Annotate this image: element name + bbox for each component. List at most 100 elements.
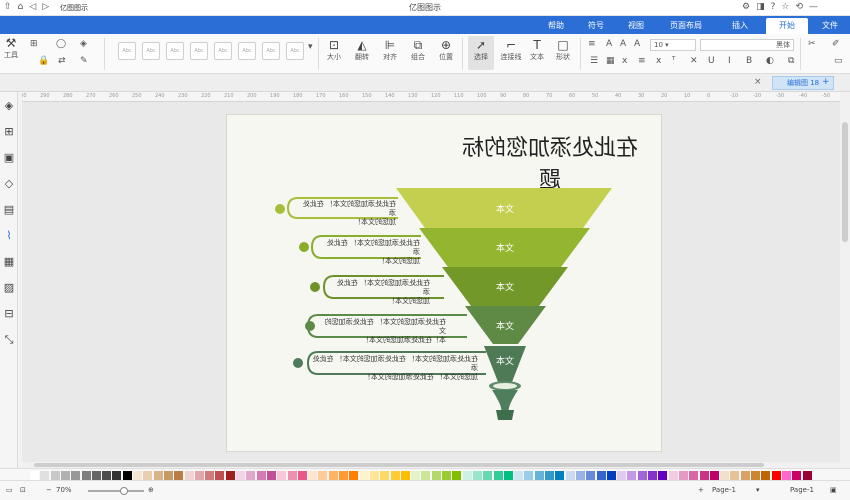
color-swatch[interactable] bbox=[771, 471, 781, 480]
star-icon[interactable]: ☆ bbox=[781, 2, 789, 12]
cut-icon[interactable]: ✂ bbox=[808, 39, 816, 49]
stage-label-1[interactable]: 文本 bbox=[460, 202, 550, 215]
color-swatch[interactable] bbox=[781, 471, 791, 480]
color-swatch[interactable] bbox=[421, 471, 431, 480]
color-swatch[interactable] bbox=[153, 471, 163, 480]
font-larger-icon[interactable]: A bbox=[634, 39, 640, 49]
color-swatch[interactable] bbox=[205, 471, 215, 480]
shape-style-icon[interactable]: ◯ bbox=[56, 39, 66, 49]
color-swatch[interactable] bbox=[71, 471, 81, 480]
color-swatch[interactable] bbox=[236, 471, 245, 480]
color-swatch[interactable] bbox=[575, 471, 585, 480]
rotate-button[interactable]: ◭ 翻转 bbox=[350, 38, 374, 62]
color-swatch[interactable] bbox=[81, 471, 91, 480]
color-swatch[interactable] bbox=[40, 471, 50, 480]
color-swatch[interactable] bbox=[133, 471, 142, 480]
minimize-icon[interactable]: — bbox=[809, 2, 818, 12]
styles-more-icon[interactable]: ▾ bbox=[308, 42, 313, 52]
horizontal-scroll-thumb[interactable] bbox=[34, 463, 764, 467]
undo-icon[interactable]: ⟲ bbox=[795, 2, 803, 12]
description-4[interactable]: 在此处添加您的文本！ 在此处添加您的文 本！在此处添加您的文本！ bbox=[318, 318, 446, 345]
color-swatch[interactable] bbox=[194, 471, 204, 480]
grid-icon[interactable]: ⊞ bbox=[3, 126, 15, 138]
color-swatch[interactable] bbox=[30, 471, 39, 480]
tab-view[interactable]: 视图 bbox=[618, 18, 654, 34]
strike-icon[interactable]: ᵀ bbox=[672, 56, 675, 66]
color-swatch[interactable] bbox=[514, 471, 524, 480]
color-swatch[interactable] bbox=[369, 471, 379, 480]
color-swatch[interactable] bbox=[102, 471, 112, 480]
color-swatch[interactable] bbox=[390, 471, 400, 480]
color-swatch[interactable] bbox=[359, 471, 369, 480]
color-swatch[interactable] bbox=[792, 471, 802, 480]
color-swatch[interactable] bbox=[452, 471, 462, 480]
color-swatch[interactable] bbox=[648, 471, 657, 480]
settings-icon[interactable]: ⚙ bbox=[742, 2, 750, 12]
list-icon[interactable]: ☰ bbox=[590, 56, 598, 66]
style-preset-4[interactable]: Abc bbox=[190, 42, 208, 60]
color-swatch[interactable] bbox=[637, 471, 647, 480]
color-swatch[interactable] bbox=[431, 471, 441, 480]
fit-page-icon[interactable]: ⊡ bbox=[20, 486, 26, 494]
size-button[interactable]: ⊡ 大小 bbox=[322, 38, 346, 62]
zoom-out-icon[interactable]: − bbox=[46, 486, 52, 494]
fill-color-icon[interactable]: ◈ bbox=[80, 39, 87, 49]
color-swatch[interactable] bbox=[689, 471, 699, 480]
tab-symbol[interactable]: 符号 bbox=[578, 18, 614, 34]
style-preset-5[interactable]: Abc bbox=[214, 42, 232, 60]
color-swatch[interactable] bbox=[545, 471, 554, 480]
color-swatch[interactable] bbox=[709, 471, 719, 480]
color-swatch[interactable] bbox=[761, 471, 771, 480]
color-swatch[interactable] bbox=[91, 471, 101, 480]
copy-icon[interactable]: ⧉ bbox=[788, 56, 794, 66]
color-swatch[interactable] bbox=[318, 471, 328, 480]
color-swatch[interactable] bbox=[720, 471, 730, 480]
font-size-select[interactable]: 10 ▾ bbox=[650, 39, 696, 51]
color-swatch[interactable] bbox=[143, 471, 153, 480]
tools-button[interactable]: ⚒ 工具 bbox=[4, 36, 18, 60]
vertical-scroll-thumb[interactable] bbox=[842, 122, 848, 242]
color-swatch[interactable] bbox=[297, 471, 307, 480]
sub-icon[interactable]: x bbox=[622, 56, 627, 66]
color-swatch[interactable] bbox=[400, 471, 410, 480]
paste-icon[interactable]: ◐ bbox=[766, 56, 774, 66]
style-preset-2[interactable]: Abc bbox=[142, 42, 160, 60]
color-swatch[interactable] bbox=[555, 471, 565, 480]
color-swatch[interactable] bbox=[678, 471, 688, 480]
align-button[interactable]: ⊫ 对齐 bbox=[378, 38, 402, 62]
color-swatch[interactable] bbox=[483, 471, 493, 480]
fit-icon[interactable]: ⤡ bbox=[3, 334, 15, 346]
stage-label-2[interactable]: 文本 bbox=[460, 241, 550, 254]
font-family-select[interactable]: 黑体 bbox=[700, 39, 794, 51]
color-swatch[interactable] bbox=[256, 471, 266, 480]
color-swatch[interactable] bbox=[50, 471, 60, 480]
color-swatch[interactable] bbox=[586, 471, 596, 480]
text-format-icon[interactable]: ≡ bbox=[588, 39, 596, 49]
color-swatch[interactable] bbox=[617, 471, 627, 480]
style-preset-3[interactable]: Abc bbox=[166, 42, 184, 60]
color-swatch[interactable] bbox=[668, 471, 678, 480]
color-swatch[interactable] bbox=[730, 471, 740, 480]
page-view-icon[interactable]: ▣ bbox=[830, 486, 837, 494]
font-smaller-icon[interactable]: A bbox=[620, 39, 626, 49]
color-swatch[interactable] bbox=[277, 471, 287, 480]
description-5[interactable]: 在此处添加您的文本！ 在此处添加您的文本！ 在此处添 加您的文本！ 在此处添加您… bbox=[306, 355, 478, 382]
page-tab[interactable]: Page-1 bbox=[790, 486, 814, 494]
media-icon[interactable]: ▨ bbox=[3, 282, 15, 294]
combine-button[interactable]: ⧉ 组合 bbox=[406, 38, 430, 62]
stage-label-3[interactable]: 文本 bbox=[460, 280, 550, 293]
color-swatch[interactable] bbox=[462, 471, 472, 480]
color-swatch[interactable] bbox=[174, 471, 184, 480]
bullet-icon[interactable]: ▦ bbox=[606, 56, 615, 66]
select-button[interactable]: ➚ 选择 bbox=[468, 36, 494, 70]
color-swatch[interactable] bbox=[349, 471, 359, 480]
color-swatch[interactable] bbox=[740, 471, 750, 480]
color-swatch[interactable] bbox=[60, 471, 70, 480]
color-swatch[interactable] bbox=[472, 471, 482, 480]
vertical-scrollbar[interactable] bbox=[840, 92, 850, 462]
underline-icon[interactable]: U bbox=[708, 56, 715, 66]
color-swatch[interactable] bbox=[751, 471, 760, 480]
color-swatch[interactable] bbox=[266, 471, 276, 480]
color-swatch[interactable] bbox=[184, 471, 194, 480]
format-icon[interactable]: ⊟ bbox=[3, 308, 15, 320]
